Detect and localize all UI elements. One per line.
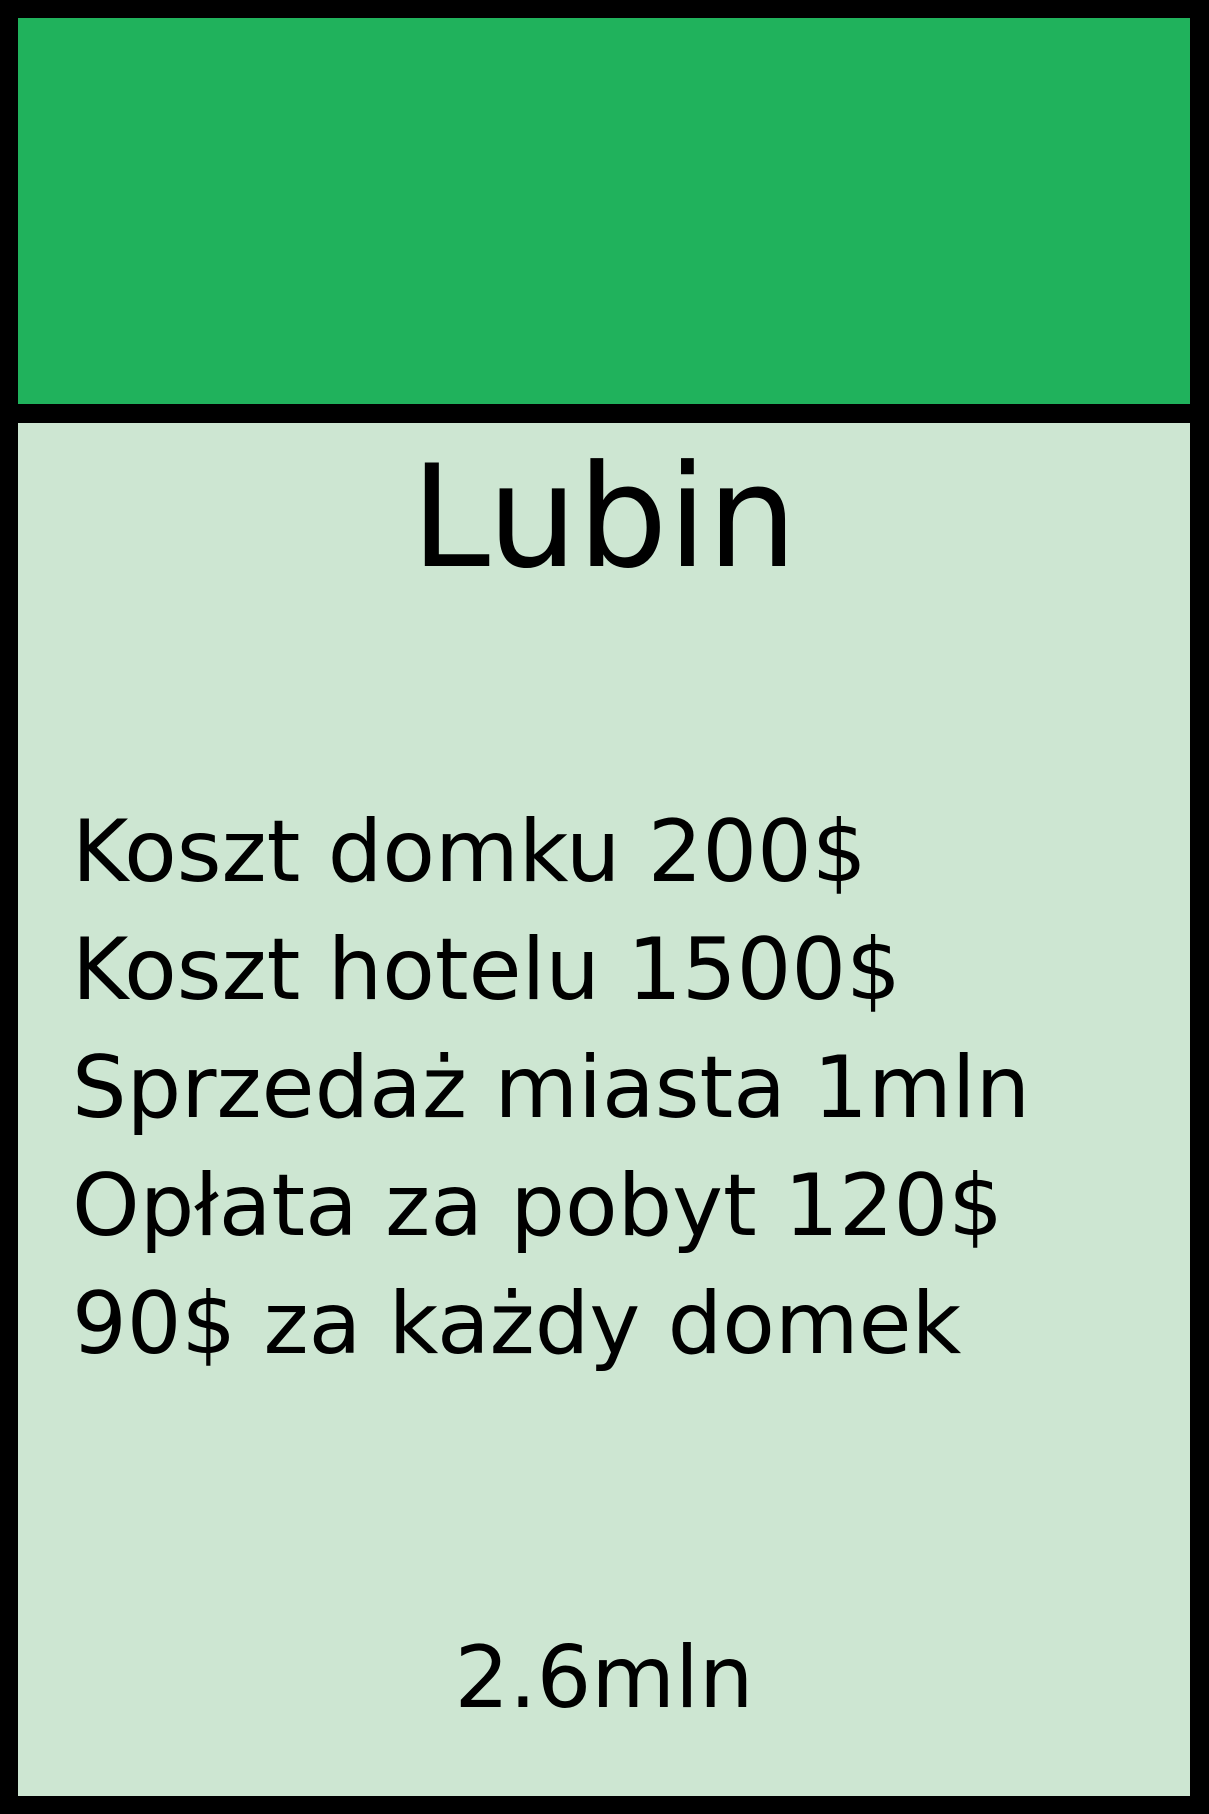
city-name: Lubin [410, 435, 798, 600]
rule-house-cost: Koszt domku 200$ [72, 802, 867, 902]
rule-hotel-cost: Koszt hotelu 1500$ [72, 920, 901, 1020]
rule-city-sale: Sprzedaż miasta 1mln [72, 1038, 1031, 1138]
color-band [18, 18, 1190, 404]
property-card: Lubin Koszt domku 200$ Koszt hotelu 1500… [0, 0, 1209, 1814]
card-body: Lubin Koszt domku 200$ Koszt hotelu 1500… [18, 423, 1190, 1796]
rule-per-house-fee: 90$ za każdy domek [72, 1274, 962, 1374]
rule-stay-fee: Opłata za pobyt 120$ [72, 1156, 1003, 1256]
card-price: 2.6mln [454, 1628, 754, 1728]
rules-list: Koszt domku 200$ Koszt hotelu 1500$ Sprz… [72, 793, 1030, 1383]
divider [18, 404, 1190, 423]
